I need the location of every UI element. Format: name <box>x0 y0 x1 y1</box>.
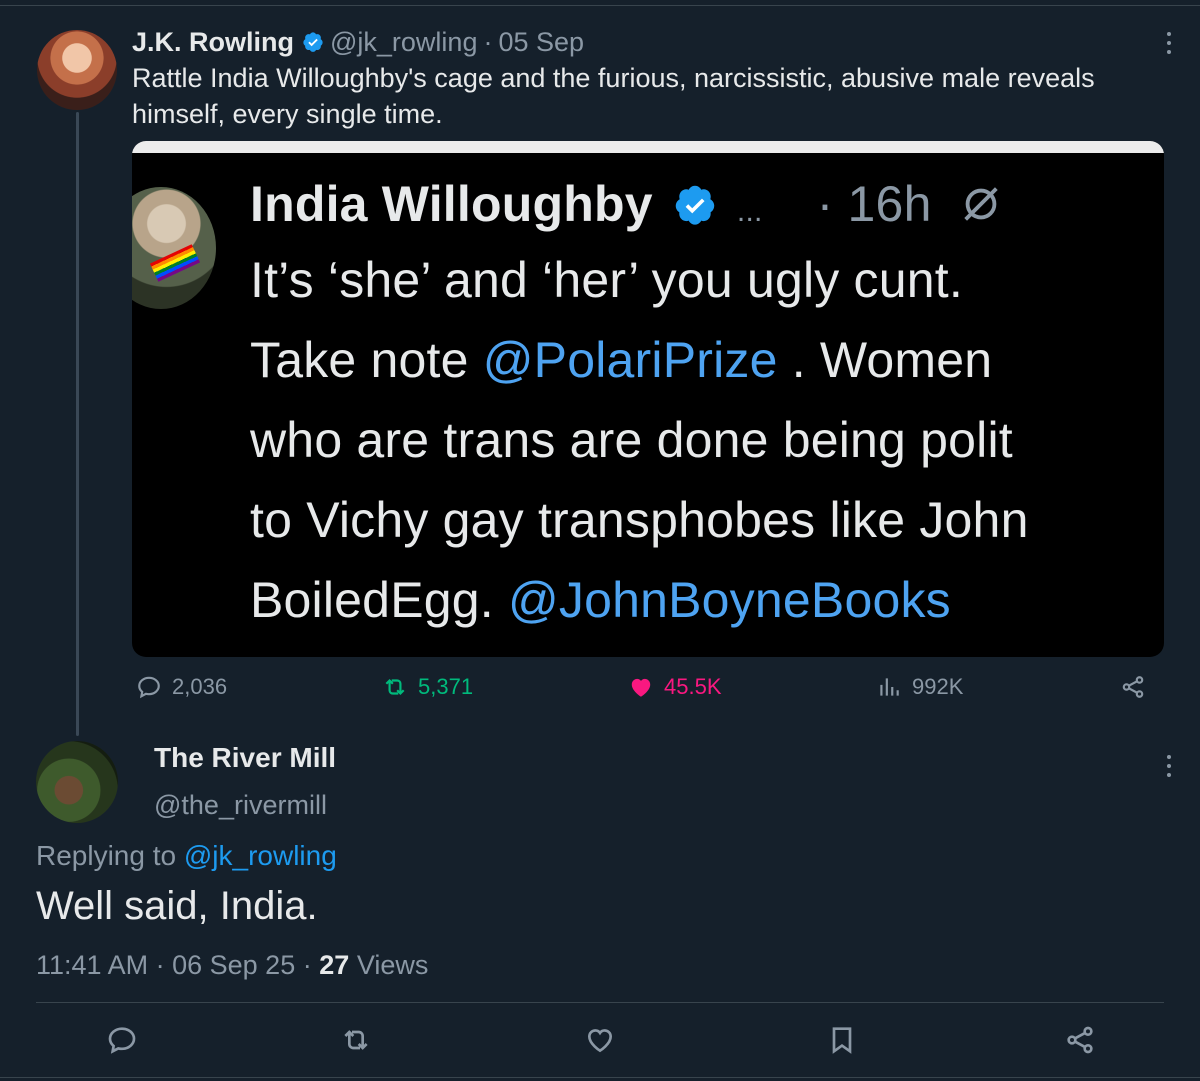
embedded-line-2: Take note @PolariPrize . Women <box>250 331 992 389</box>
tweet-image[interactable]: India Willoughby ... · 16h It’s ‘she’ an… <box>132 141 1164 657</box>
embedded-line-1: It’s ‘she’ and ‘her’ you ugly cunt. <box>250 252 963 308</box>
tweet-date[interactable]: 06 Sep 25 <box>172 950 295 980</box>
bookmark-icon <box>832 1027 852 1054</box>
replying-to-handle[interactable]: @jk_rowling <box>184 840 337 871</box>
reply-count: 2,036 <box>172 674 228 699</box>
embedded-grok-icon <box>963 187 998 221</box>
embedded-line-3: who are trans are done being polit <box>250 412 1013 468</box>
reply-icon <box>108 1027 136 1054</box>
views-label: Views <box>356 950 429 980</box>
tweet-header: J.K. Rowling @jk_rowling · 05 Sep <box>132 24 584 60</box>
more-icon[interactable] <box>1166 32 1172 54</box>
tweet-meta: 11:41 AM · 06 Sep 25 · 27 Views <box>36 950 428 981</box>
embedded-mention: @PolariPrize <box>482 332 778 388</box>
dot-separator: · <box>483 26 493 57</box>
image-top-bar <box>132 141 1164 153</box>
like-count: 45.5K <box>664 674 722 699</box>
author-handle[interactable]: @jk_rowling <box>330 27 477 58</box>
bookmark-button[interactable] <box>826 1024 858 1058</box>
author-name[interactable]: The River Mill <box>154 742 336 774</box>
replying-to-label: Replying to <box>36 840 184 871</box>
dot-separator: · <box>155 950 165 980</box>
share-button[interactable] <box>1064 1024 1096 1058</box>
share-icon <box>1122 676 1144 698</box>
heart-icon <box>587 1029 613 1053</box>
tweet-text: Rattle India Willoughby's cage and the f… <box>132 63 1095 129</box>
tweet-date[interactable]: 05 Sep <box>498 27 584 58</box>
author-handle[interactable]: @the_rivermill <box>154 790 327 821</box>
embedded-line-4: to Vichy gay transphobes like John <box>250 492 1029 548</box>
more-icon[interactable] <box>1166 755 1172 777</box>
divider <box>36 1002 1164 1003</box>
dot-separator: · <box>302 950 312 980</box>
embedded-line-5-text: BoiledEgg. <box>250 572 508 628</box>
bottom-divider <box>0 1077 1200 1078</box>
heart-icon <box>631 678 651 697</box>
share-button[interactable] <box>1120 672 1156 702</box>
tweet-text: Well said, India. <box>36 884 318 928</box>
retweet-count: 5,371 <box>418 674 474 699</box>
views-count: 992K <box>912 674 964 699</box>
retweet-icon <box>344 1030 368 1050</box>
verified-icon <box>303 32 323 52</box>
embedded-verified-icon <box>675 185 715 225</box>
reply-button[interactable] <box>106 1024 138 1058</box>
author-name[interactable]: J.K. Rowling <box>132 27 294 58</box>
tweet-time[interactable]: 11:41 AM <box>36 950 148 980</box>
share-icon <box>1067 1026 1093 1054</box>
embedded-author-name: India Willoughby <box>250 176 653 232</box>
like-button[interactable]: 45.5K <box>628 672 722 702</box>
avatar[interactable] <box>36 741 118 823</box>
views-icon <box>880 678 899 696</box>
embedded-header: India Willoughby ... · 16h <box>250 175 1004 233</box>
reply-button[interactable]: 2,036 <box>136 672 227 702</box>
embedded-mention: @JohnBoyneBooks <box>507 572 951 628</box>
embedded-line-5: BoiledEgg. @JohnBoyneBooks <box>250 571 951 629</box>
like-button[interactable] <box>584 1024 616 1058</box>
embedded-time: · 16h <box>816 176 932 232</box>
views-button[interactable]: 992K <box>876 672 963 702</box>
retweet-button[interactable]: 5,371 <box>382 672 473 702</box>
embedded-line-2-tail: . Women <box>777 332 993 388</box>
embedded-line-2-text: Take note <box>250 332 483 388</box>
replying-to: Replying to @jk_rowling <box>36 840 337 872</box>
embedded-avatar <box>132 187 216 309</box>
reply-icon <box>138 676 160 699</box>
avatar[interactable] <box>37 30 117 110</box>
retweet-icon <box>385 678 405 696</box>
retweet-button[interactable] <box>340 1024 372 1058</box>
embedded-ellipsis: ... <box>736 195 763 228</box>
top-divider <box>0 5 1200 6</box>
views-count: 27 <box>319 950 350 980</box>
thread-line <box>76 112 79 736</box>
